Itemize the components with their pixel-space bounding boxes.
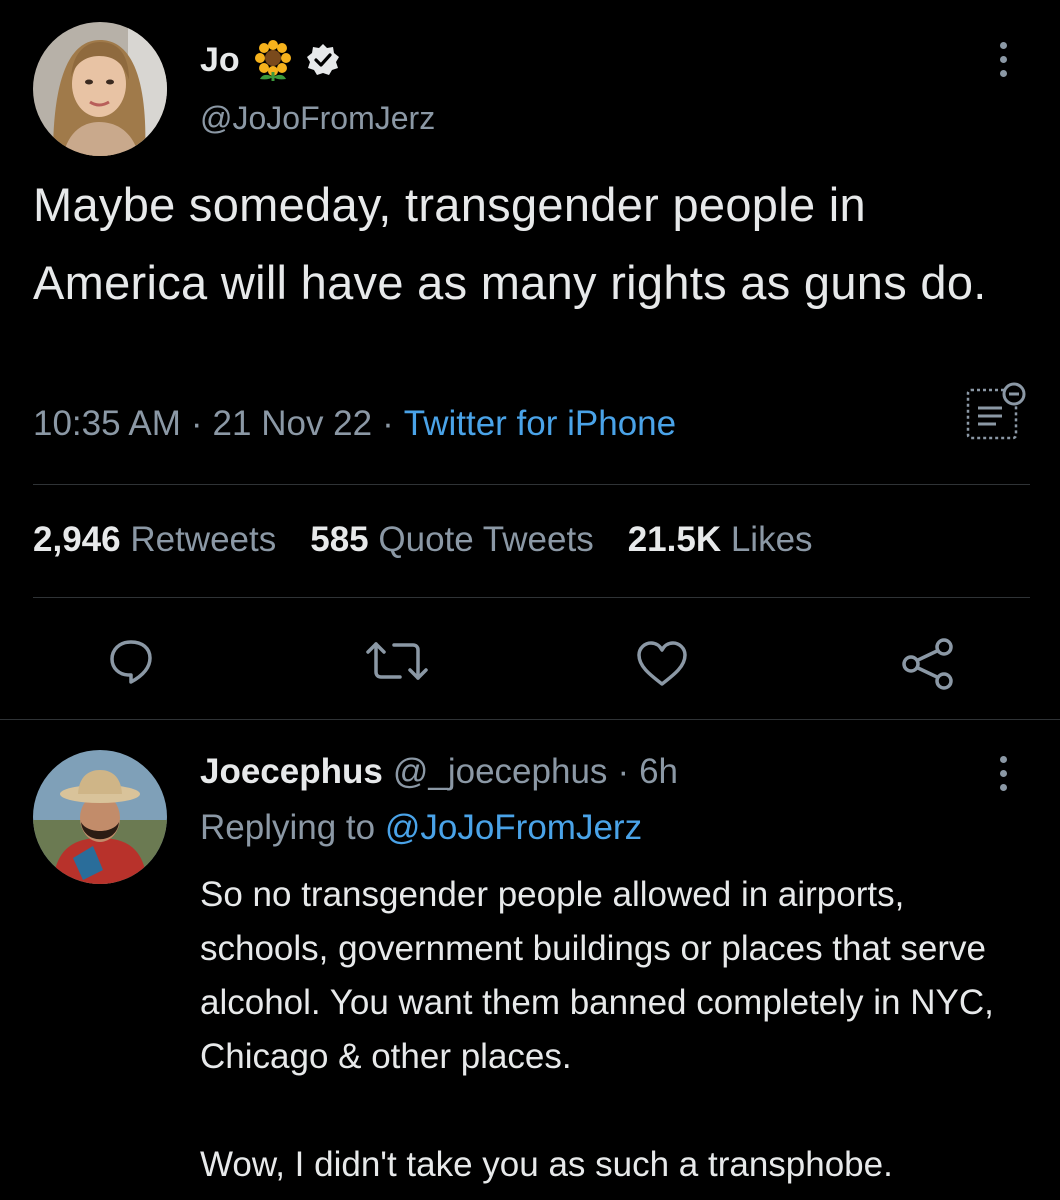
retweets-stat[interactable]: 2,946 Retweets (33, 520, 276, 560)
section-divider (0, 719, 1060, 720)
tweet-stats: 2,946 Retweets 585 Quote Tweets 21.5K Li… (33, 520, 813, 560)
tweet-source[interactable]: Twitter for iPhone (404, 404, 676, 444)
like-icon[interactable] (635, 640, 689, 688)
verified-badge-icon (306, 43, 340, 77)
analytics-icon[interactable] (964, 380, 1028, 444)
author-name[interactable]: Jo (200, 41, 240, 80)
author-handle[interactable]: @JoJoFromJerz (200, 100, 435, 137)
tweet-time[interactable]: 10:35 AM (33, 404, 181, 444)
meta-separator: · (617, 752, 630, 791)
replying-to-label: Replying to (200, 808, 376, 847)
author-name-row[interactable]: Jo (200, 38, 340, 82)
reply-author-avatar[interactable] (33, 750, 167, 884)
quote-tweets-label: Quote Tweets (378, 520, 594, 559)
reply-more-options-icon[interactable] (1000, 756, 1007, 791)
replying-to-handle[interactable]: @JoJoFromJerz (385, 808, 642, 847)
likes-count: 21.5K (627, 520, 722, 559)
reply-text-paragraph: Wow, I didn't take you as such a transph… (200, 1145, 893, 1184)
tweet-date[interactable]: 21 Nov 22 (213, 404, 373, 444)
retweets-label: Retweets (130, 520, 277, 559)
tweet-meta: 10:35 AM · 21 Nov 22 · Twitter for iPhon… (33, 404, 676, 444)
replying-to: Replying to @JoJoFromJerz (200, 808, 642, 848)
meta-separator: · (382, 404, 394, 443)
reply-author-handle[interactable]: @_joecephus (393, 752, 608, 792)
meta-separator: · (190, 404, 203, 443)
likes-label: Likes (730, 520, 813, 559)
divider (33, 484, 1030, 485)
quote-tweets-count: 585 (310, 520, 369, 559)
author-avatar[interactable] (33, 22, 167, 156)
reply-icon[interactable] (106, 636, 156, 686)
retweets-count: 2,946 (33, 520, 121, 559)
likes-stat[interactable]: 21.5K Likes (628, 520, 813, 560)
reply-author-name[interactable]: Joecephus (200, 752, 383, 792)
retweet-icon[interactable] (362, 638, 432, 684)
reply-time[interactable]: 6h (639, 752, 678, 792)
share-icon[interactable] (900, 636, 956, 690)
reply-text-paragraph: So no transgender people allowed in airp… (200, 875, 994, 1076)
more-options-icon[interactable] (1000, 42, 1007, 77)
sunflower-icon (252, 39, 294, 81)
quote-tweets-stat[interactable]: 585 Quote Tweets (310, 520, 593, 560)
tweet-text: Maybe someday, transgender people in Ame… (33, 178, 987, 309)
reply-text: So no transgender people allowed in airp… (200, 868, 1040, 1192)
reply-header: Joecephus @_joecephus · 6h (200, 752, 678, 792)
divider (33, 597, 1030, 598)
